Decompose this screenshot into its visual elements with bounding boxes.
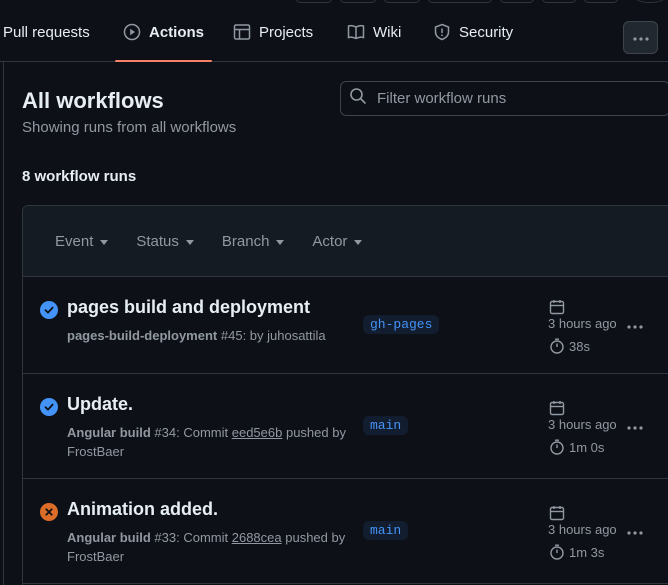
kebab-horizontal-icon xyxy=(632,29,650,47)
run-detail: : by juhosattila xyxy=(242,328,326,343)
tab-label: Actions xyxy=(149,24,205,41)
event-filter-dropdown[interactable]: Event xyxy=(55,232,109,250)
tab-wiki[interactable]: Wiki xyxy=(347,14,401,62)
book-icon xyxy=(347,23,365,41)
kebab-horizontal-icon xyxy=(626,314,644,334)
run-number: #45 xyxy=(220,328,243,343)
shield-icon xyxy=(433,23,451,41)
check-circle-icon xyxy=(40,398,58,416)
run-number: #33 xyxy=(154,530,177,545)
run-actions-menu[interactable] xyxy=(626,319,644,330)
chevron-down-icon xyxy=(276,239,285,245)
check-circle-icon xyxy=(40,301,58,319)
run-actions-menu[interactable] xyxy=(626,420,644,431)
workflow-runs-count: 8 workflow runs xyxy=(22,168,137,185)
actor-filter-dropdown[interactable]: Actor xyxy=(312,232,363,250)
run-number: #34 xyxy=(154,425,177,440)
status-filter-dropdown[interactable]: Status xyxy=(136,233,194,250)
workflow-runs-list: Event Status Branch Actor pages build an… xyxy=(22,205,668,585)
run-duration: 1m 3s xyxy=(569,545,605,560)
kebab-horizontal-icon xyxy=(626,415,644,435)
workflow-run-row[interactable]: Animation added. Angular build #33: Comm… xyxy=(23,479,668,584)
x-circle-icon xyxy=(40,503,58,521)
run-title-link[interactable]: Update. xyxy=(67,394,133,415)
page-subtitle: Showing runs from all workflows xyxy=(22,119,237,136)
branch-label[interactable]: gh-pages xyxy=(363,315,440,334)
dropdown-label: Event xyxy=(55,232,94,250)
branch-label[interactable]: main xyxy=(363,521,409,540)
runs-filter-bar: Event Status Branch Actor xyxy=(23,206,668,277)
run-duration: 1m 0s xyxy=(569,440,605,455)
branch-label[interactable]: main xyxy=(363,416,409,435)
repo-nav: Pull requests Actions Projects Wiki Secu… xyxy=(0,0,668,62)
calendar-icon xyxy=(549,505,565,521)
search-icon xyxy=(349,87,367,110)
run-meta: Angular build #33: Commit 2688cea pushed… xyxy=(67,528,357,566)
more-tabs-button[interactable] xyxy=(623,21,658,54)
workflow-name: Angular build xyxy=(67,530,151,545)
commit-sha-link[interactable]: 2688cea xyxy=(232,530,282,545)
play-icon xyxy=(123,23,141,41)
run-duration: 38s xyxy=(569,339,590,354)
tab-label: Security xyxy=(459,24,514,41)
workflow-run-row[interactable]: pages build and deployment pages-build-d… xyxy=(23,277,668,374)
commit-sha-link[interactable]: eed5e6b xyxy=(232,425,283,440)
run-meta: Angular build #34: Commit eed5e6b pushed… xyxy=(67,423,357,461)
sidebar-divider xyxy=(3,62,4,585)
workflow-run-row[interactable]: Update. Angular build #34: Commit eed5e6… xyxy=(23,374,668,479)
run-detail-prefix: : Commit xyxy=(176,530,232,545)
tab-security[interactable]: Security xyxy=(433,14,513,62)
run-title-link[interactable]: Animation added. xyxy=(67,499,218,520)
branch-filter-dropdown[interactable]: Branch xyxy=(222,233,285,250)
dropdown-label: Actor xyxy=(312,232,348,250)
run-detail-prefix: : Commit xyxy=(176,425,232,440)
calendar-icon xyxy=(549,400,565,416)
kebab-horizontal-icon xyxy=(626,520,644,540)
page-title: All workflows xyxy=(22,88,164,113)
tab-label: Projects xyxy=(259,24,314,41)
chevron-down-icon xyxy=(185,239,194,245)
table-icon xyxy=(233,23,251,41)
run-timestamp: 3 hours ago xyxy=(548,417,617,432)
run-actions-menu[interactable] xyxy=(626,525,644,536)
workflow-name: Angular build xyxy=(67,425,151,440)
calendar-icon xyxy=(549,299,565,315)
tab-label: Pull requests xyxy=(3,24,90,41)
dropdown-label: Status xyxy=(136,232,179,250)
tab-actions[interactable]: Actions xyxy=(114,14,213,62)
workflow-name: pages-build-deployment xyxy=(67,328,218,343)
chevron-down-icon xyxy=(100,239,109,245)
stopwatch-icon xyxy=(549,439,565,455)
run-title-link[interactable]: pages build and deployment xyxy=(67,297,310,318)
tab-projects[interactable]: Projects xyxy=(233,14,313,62)
search-input[interactable] xyxy=(377,90,657,107)
dropdown-label: Branch xyxy=(221,232,270,250)
run-timestamp: 3 hours ago xyxy=(548,316,617,331)
tab-pull-requests[interactable]: Pull requests xyxy=(3,14,90,62)
run-timestamp: 3 hours ago xyxy=(548,522,617,537)
tab-label: Wiki xyxy=(373,24,402,41)
stopwatch-icon xyxy=(549,544,565,560)
stopwatch-icon xyxy=(549,338,565,354)
filter-workflow-runs[interactable] xyxy=(340,81,668,116)
chevron-down-icon xyxy=(354,239,363,245)
run-meta: pages-build-deployment #45: by juhosatti… xyxy=(67,326,357,345)
